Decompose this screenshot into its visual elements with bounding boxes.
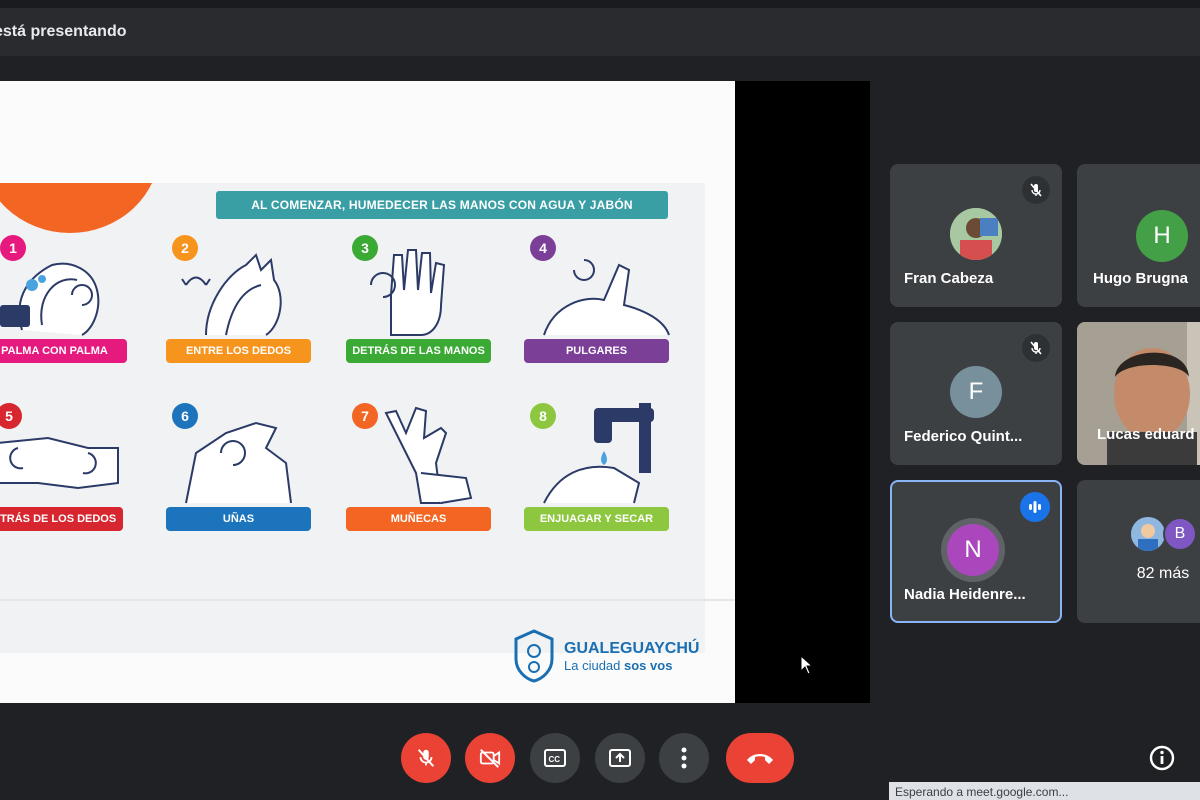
step-number: 7 bbox=[352, 403, 378, 429]
camera-toggle-button[interactable] bbox=[465, 733, 515, 783]
tagline-bold: sos vos bbox=[624, 657, 673, 673]
step-number: 4 bbox=[530, 235, 556, 261]
step-2: 2 ENTRE LOS DEDOS bbox=[166, 235, 316, 385]
step-label: PULGARES bbox=[524, 339, 669, 363]
avatar-photo bbox=[950, 208, 1002, 260]
participant-video-tile[interactable]: Lucas eduard bbox=[1077, 322, 1200, 465]
slide-divider bbox=[0, 599, 735, 601]
step-label: UÑAS bbox=[166, 507, 311, 531]
speaking-indicator-icon bbox=[1020, 492, 1050, 522]
logo-name: GUALEGUAYCHÚ bbox=[564, 639, 700, 657]
avatar: F bbox=[950, 366, 1002, 418]
mouse-pointer-icon bbox=[800, 655, 814, 675]
handwash-poster: AL COMENZAR, HUMEDECER LAS MANOS CON AGU… bbox=[0, 183, 705, 653]
step-label: MUÑECAS bbox=[346, 507, 491, 531]
step-number: 2 bbox=[172, 235, 198, 261]
more-vert-icon bbox=[681, 747, 687, 769]
step-number: 3 bbox=[352, 235, 378, 261]
captions-icon: CC bbox=[544, 749, 566, 767]
participant-tile[interactable]: H Hugo Brugna bbox=[1077, 164, 1200, 307]
step-7: 7 MUÑECAS bbox=[346, 403, 496, 553]
participant-name: Hugo Brugna bbox=[1093, 270, 1188, 287]
browser-status-bar: Esperando a meet.google.com... bbox=[889, 782, 1200, 800]
mic-off-icon bbox=[1022, 334, 1050, 362]
participant-name: Nadia Heidenre... bbox=[904, 586, 1026, 603]
step-3: 3 DETRÁS DE LAS MANOS bbox=[346, 235, 496, 385]
shared-slide: AL COMENZAR, HUMEDECER LAS MANOS CON AGU… bbox=[0, 81, 735, 703]
city-emblem-icon bbox=[514, 629, 554, 683]
logo-tagline: La ciudad sos vos bbox=[564, 658, 699, 673]
more-count: 82 más bbox=[1136, 565, 1190, 582]
window-top-strip bbox=[0, 0, 1200, 8]
mic-off-icon bbox=[1022, 176, 1050, 204]
avatar: B bbox=[1163, 517, 1197, 551]
more-options-button[interactable] bbox=[659, 733, 709, 783]
participant-name: Fran Cabeza bbox=[904, 270, 994, 287]
svg-text:CC: CC bbox=[549, 755, 561, 764]
tagline-prefix: La ciudad bbox=[564, 657, 621, 673]
step-8: 8 ENJUAGAR Y SECAR bbox=[524, 403, 674, 553]
participant-tile[interactable]: F Federico Quint... bbox=[890, 322, 1062, 465]
step-number: 6 bbox=[172, 403, 198, 429]
hang-up-icon bbox=[747, 754, 773, 764]
participant-name: Lucas eduard bbox=[1097, 426, 1195, 443]
step-number: 1 bbox=[0, 235, 26, 261]
step-label: ENTRE LOS DEDOS bbox=[166, 339, 311, 363]
step-1: 1 PALMA CON PALMA bbox=[0, 235, 132, 385]
mic-off-icon bbox=[417, 749, 435, 767]
avatar-photo bbox=[1131, 517, 1165, 551]
participant-tile-active[interactable]: N Nadia Heidenre... bbox=[890, 480, 1062, 623]
poster-banner: AL COMENZAR, HUMEDECER LAS MANOS CON AGU… bbox=[216, 191, 668, 219]
presenting-text: está presentando bbox=[0, 23, 127, 40]
avatar: H bbox=[1136, 210, 1188, 262]
participant-name: Federico Quint... bbox=[904, 428, 1023, 445]
video-feed bbox=[1077, 322, 1200, 465]
present-screen-icon bbox=[609, 749, 631, 767]
step-label: PALMA CON PALMA bbox=[0, 339, 127, 363]
participant-tile[interactable]: Fran Cabeza bbox=[890, 164, 1062, 307]
leave-call-button[interactable] bbox=[726, 733, 794, 783]
step-number: 8 bbox=[530, 403, 556, 429]
city-logo: GUALEGUAYCHÚ La ciudad sos vos bbox=[512, 629, 699, 683]
presentation-header: está presentando bbox=[0, 8, 1200, 56]
more-participants-tile[interactable]: B 82 más bbox=[1077, 480, 1200, 623]
step-4: 4 PULGARES bbox=[524, 235, 674, 385]
captions-button[interactable]: CC bbox=[530, 733, 580, 783]
mic-toggle-button[interactable] bbox=[401, 733, 451, 783]
step-6: 6 UÑAS bbox=[166, 403, 316, 553]
camera-off-icon bbox=[479, 749, 501, 768]
step-label: ENJUAGAR Y SECAR bbox=[524, 507, 669, 531]
avatar: N bbox=[947, 524, 999, 576]
present-now-button[interactable] bbox=[595, 733, 645, 783]
meeting-info-icon[interactable] bbox=[1147, 743, 1177, 773]
step-5: 5 DETRÁS DE LOS DEDOS bbox=[0, 403, 128, 553]
step-label: DETRÁS DE LOS DEDOS bbox=[0, 507, 123, 531]
step-label: DETRÁS DE LAS MANOS bbox=[346, 339, 491, 363]
presentation-stage[interactable]: AL COMENZAR, HUMEDECER LAS MANOS CON AGU… bbox=[0, 81, 870, 703]
decorative-arc bbox=[0, 183, 160, 233]
